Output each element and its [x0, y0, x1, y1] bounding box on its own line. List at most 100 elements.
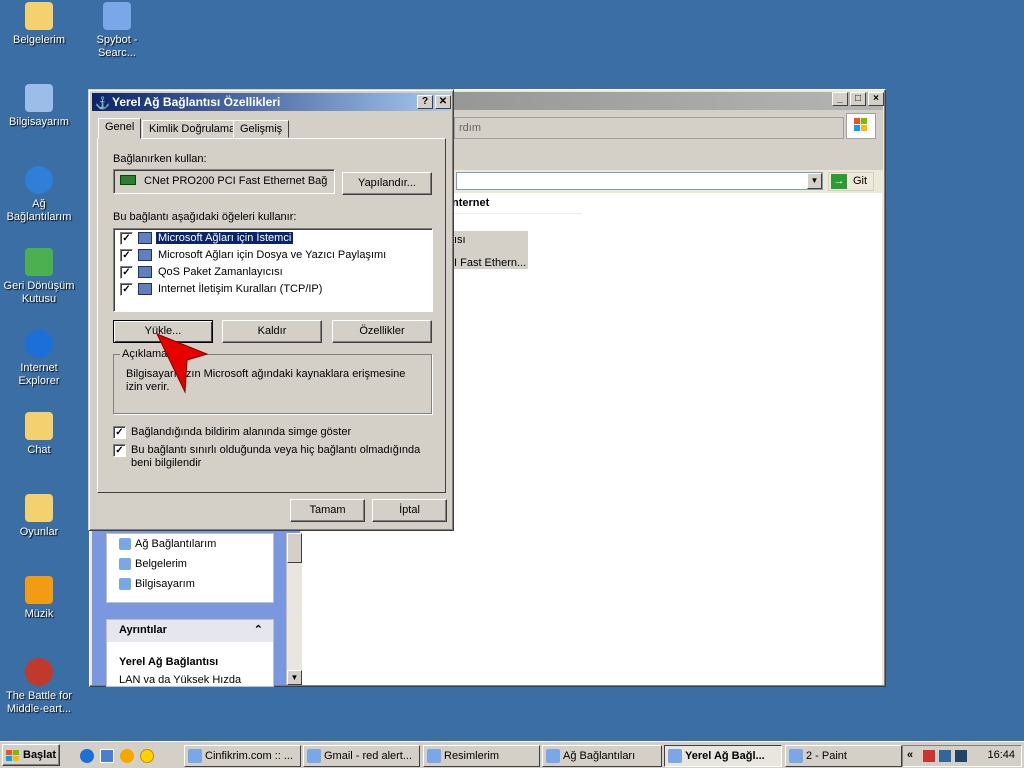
- local-area-connection-properties-dialog[interactable]: ⚓ Yerel Ağ Bağlantısı Özellikleri ? ✕ Ge…: [88, 89, 454, 531]
- dialog-title: Yerel Ağ Bağlantısı Özellikleri: [112, 95, 281, 109]
- taskbar-button[interactable]: Ağ Bağlantıları: [542, 745, 662, 767]
- notify-checkbox[interactable]: ✓: [113, 444, 126, 457]
- component-item[interactable]: Microsoft Ağları için İstemci: [154, 231, 295, 245]
- cancel-button[interactable]: İptal: [372, 499, 447, 522]
- network-tray-icon[interactable]: [939, 750, 951, 762]
- details-description: LAN va da Yüksek Hızda: [119, 674, 242, 686]
- collapse-icon[interactable]: ⌃: [254, 623, 263, 636]
- desktop-icon-label: Chat: [27, 444, 51, 456]
- search-bar[interactable]: rdım: [454, 117, 844, 139]
- protocol-icon: [138, 283, 152, 295]
- uninstall-button[interactable]: Kaldır: [222, 320, 322, 343]
- taskbar-button-label: Cinfikrim.com :: ...: [205, 750, 294, 762]
- address-input[interactable]: [456, 172, 823, 190]
- details-header[interactable]: Ayrıntılar ⌃: [107, 620, 273, 642]
- dialog-title-bar[interactable]: ⚓ Yerel Ağ Bağlantısı Özellikleri: [92, 93, 450, 111]
- connection-item-device: I Fast Ethern...: [454, 257, 527, 269]
- desktop-icon-label: Bilgisayarım: [9, 116, 69, 128]
- desktop-icon-my-computer[interactable]: Bilgisayarım: [0, 84, 78, 129]
- antivirus-icon[interactable]: [923, 750, 935, 762]
- tab-advanced[interactable]: Gelişmiş: [233, 120, 290, 138]
- gmail-icon: [307, 749, 321, 763]
- go-button[interactable]: → Git: [828, 172, 874, 191]
- window-close-button[interactable]: ×: [868, 92, 884, 106]
- desktop-icon-chat-folder[interactable]: Chat: [0, 412, 78, 457]
- ok-button[interactable]: Tamam: [290, 499, 365, 522]
- messenger-icon[interactable]: [140, 749, 154, 763]
- items-label: Bu bağlantı aşağıdaki öğeleri kullanır:: [113, 211, 297, 223]
- desktop-icon-spybot[interactable]: Spybot - Searc...: [78, 2, 156, 60]
- client-icon: [138, 232, 152, 244]
- tab-general[interactable]: Genel: [98, 118, 142, 139]
- system-tray: « 16:44: [902, 745, 1022, 767]
- desktop-icon-recycle-bin[interactable]: Geri Dönüşüm Kutusu: [0, 248, 78, 306]
- taskbar-button[interactable]: Cinfikrim.com :: ...: [184, 745, 301, 767]
- component-checkbox[interactable]: ✓: [120, 283, 133, 296]
- ie-icon[interactable]: [80, 749, 94, 763]
- taskbar-button[interactable]: Yerel Ağ Bağl...: [664, 745, 782, 767]
- spybot-icon: [103, 2, 131, 30]
- dialog-close-button[interactable]: ✕: [435, 95, 451, 109]
- desktop-icon[interactable]: [100, 749, 114, 763]
- desktop-icon-label: Müzik: [24, 608, 54, 620]
- desktop-icon-label: Spybot - Searc...: [96, 34, 138, 59]
- network-connections-icon: [546, 749, 560, 763]
- component-checkbox[interactable]: ✓: [120, 266, 133, 279]
- taskbar-button[interactable]: Resimlerim: [423, 745, 540, 767]
- group-heading: nternet: [452, 197, 490, 209]
- maximize-button[interactable]: □: [850, 92, 866, 106]
- desktop-icon-games-folder[interactable]: Oyunlar: [0, 494, 78, 539]
- component-list[interactable]: ✓ Microsoft Ağları için İstemci ✓ Microsoft…: [113, 228, 433, 312]
- media-player-icon[interactable]: [120, 749, 134, 763]
- tray-expand-icon[interactable]: «: [907, 749, 913, 761]
- start-button[interactable]: Başlat: [2, 744, 60, 766]
- scroll-thumb[interactable]: [287, 533, 302, 563]
- desktop-icon-internet-explorer[interactable]: Internet Explorer: [0, 330, 78, 388]
- desktop-icon-music[interactable]: Müzik: [0, 576, 78, 621]
- desktop-icon-my-documents[interactable]: Belgelerim: [0, 2, 78, 47]
- help-button[interactable]: ?: [417, 95, 433, 109]
- clock[interactable]: 16:44: [987, 749, 1015, 761]
- my-documents-icon: [25, 2, 53, 30]
- start-label: Başlat: [23, 749, 57, 761]
- desktop-icon-network-places[interactable]: Ağ Bağlantılarım: [0, 166, 78, 224]
- address-dropdown-icon[interactable]: ▼: [807, 173, 822, 189]
- file-sharing-icon: [138, 249, 152, 261]
- task-link[interactable]: Bilgisayarım: [119, 578, 195, 590]
- properties-button[interactable]: Özellikler: [332, 320, 432, 343]
- configure-button[interactable]: Yapılandır...: [342, 172, 432, 195]
- taskbar-button-label: Resimlerim: [444, 750, 499, 762]
- component-item[interactable]: Microsoft Ağları için Dosya ve Yazıcı Pa…: [156, 249, 388, 261]
- go-label: Git: [853, 175, 868, 187]
- internet-explorer-icon: [25, 330, 53, 358]
- component-item[interactable]: QoS Paket Zamanlayıcısı: [156, 266, 285, 278]
- volume-icon[interactable]: [955, 750, 967, 762]
- task-link-label: Ağ Bağlantılarım: [135, 538, 217, 550]
- taskbar-button-label: Ağ Bağlantıları: [563, 750, 636, 762]
- desktop-icon-label: Ağ Bağlantılarım: [6, 198, 72, 223]
- qos-icon: [138, 266, 152, 278]
- show-icon-checkbox[interactable]: ✓: [113, 426, 126, 439]
- component-checkbox[interactable]: ✓: [120, 249, 133, 262]
- taskbar-button[interactable]: Gmail - red alert...: [303, 745, 420, 767]
- network-icon: ⚓: [95, 96, 110, 110]
- desktop-icon-label: Belgelerim: [13, 34, 65, 46]
- desktop-icon-battle-middle-earth[interactable]: The Battle for Middle-eart...: [0, 658, 78, 716]
- network-places-icon: [119, 538, 131, 550]
- task-link-label: Belgelerim: [135, 558, 187, 570]
- component-checkbox[interactable]: ✓: [120, 232, 133, 245]
- vertical-scrollbar[interactable]: ▼: [286, 533, 302, 685]
- connection-item[interactable]: ısı I Fast Ethern...: [452, 231, 528, 269]
- battle-middle-earth-icon: [25, 658, 53, 686]
- task-link[interactable]: Belgelerim: [119, 558, 187, 570]
- component-item[interactable]: Internet İletişim Kuralları (TCP/IP): [156, 283, 324, 295]
- taskbar-button[interactable]: 2 - Paint: [785, 745, 902, 767]
- scroll-down-icon[interactable]: ▼: [287, 670, 302, 685]
- task-link-label: Bilgisayarım: [135, 578, 195, 590]
- go-arrow-icon: →: [831, 174, 847, 189]
- games-folder-icon: [25, 494, 53, 522]
- task-link[interactable]: Ağ Bağlantılarım: [119, 538, 217, 550]
- my-computer-icon: [25, 84, 53, 112]
- tab-authentication[interactable]: Kimlik Doğrulama: [142, 120, 243, 138]
- minimize-button[interactable]: _: [832, 92, 848, 106]
